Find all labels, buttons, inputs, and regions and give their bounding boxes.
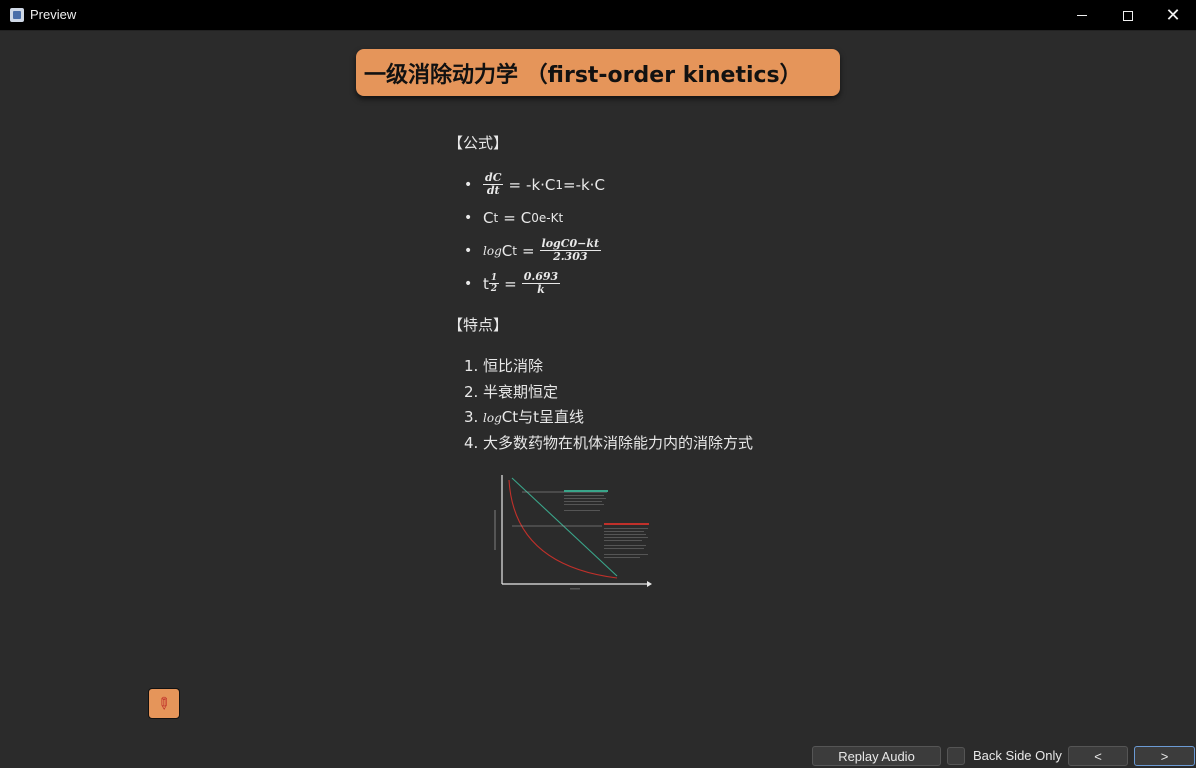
formula-item: logCt = logC0−kt 2.303 — [448, 234, 868, 267]
features-heading: 【特点】 — [448, 316, 509, 334]
list-item: 1. 恒比消除 — [464, 357, 544, 375]
card-title: 一级消除动力学 （first-order kinetics） — [364, 62, 802, 88]
list-item: 3. logCt与t呈直线 — [464, 408, 584, 426]
fraction-half-life: 0.693 k — [521, 270, 561, 296]
fraction-half: 1 2 — [488, 273, 500, 294]
formula-item: t 1 2 = 0.693 k — [448, 267, 868, 300]
pin-button[interactable]: ✎ — [148, 688, 180, 719]
card-content: 【公式】 dC dt = -k·C1=-k·C Ct = C0e-Kt logC… — [448, 132, 868, 456]
formula-item: dC dt = -k·C1=-k·C — [448, 168, 868, 201]
features-list: 1. 恒比消除 2. 半衰期恒定 3. logCt与t呈直线 4. 大多数药物在机体消除… — [448, 354, 868, 456]
formula-item: Ct = C0e-Kt — [448, 201, 868, 234]
back-side-only-checkbox[interactable] — [947, 747, 965, 765]
list-item: 4. 大多数药物在机体消除能力内的消除方式 — [464, 433, 754, 452]
minimize-icon — [1077, 15, 1087, 16]
minimize-button[interactable] — [1059, 0, 1105, 31]
maximize-icon — [1123, 10, 1133, 21]
pin-icon: ✎ — [152, 692, 176, 715]
fraction-dc-dt: dC dt — [483, 171, 504, 197]
next-button[interactable]: > — [1134, 746, 1195, 766]
close-button[interactable]: ✕ — [1150, 0, 1196, 31]
formula-heading: 【公式】 — [448, 134, 509, 152]
formula-list: dC dt = -k·C1=-k·C Ct = C0e-Kt logCt = l… — [448, 168, 868, 300]
list-item: 2. 半衰期恒定 — [464, 382, 559, 401]
back-side-only-label: Back Side Only — [973, 748, 1062, 763]
title-bar: Preview ✕ — [0, 0, 1196, 31]
previous-button[interactable]: < — [1068, 746, 1128, 766]
app-icon — [10, 8, 24, 22]
kinetics-graph-image — [494, 475, 652, 590]
window-title: Preview — [30, 7, 77, 22]
fraction-log: logC0−kt 2.303 — [539, 237, 602, 263]
card-title-banner: 一级消除动力学 （first-order kinetics） — [356, 49, 840, 96]
maximize-button[interactable] — [1105, 0, 1151, 31]
close-icon: ✕ — [1165, 4, 1181, 26]
replay-audio-button[interactable]: Replay Audio — [812, 746, 941, 766]
